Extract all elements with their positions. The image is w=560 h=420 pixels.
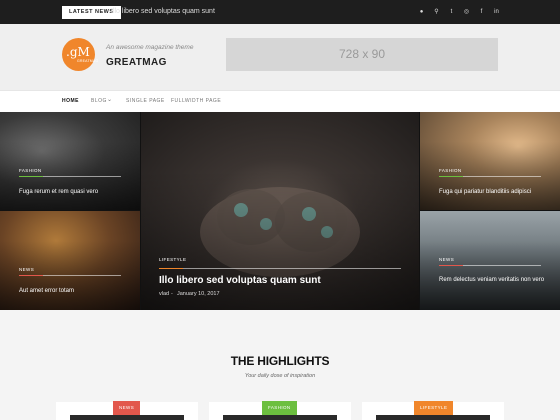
social-links: ● ⚲ t ◎ f in [418,7,500,17]
logo-subtext: GREATMAG [77,59,99,63]
ad-size-label: 728 x 90 [338,47,386,61]
nav-item-single-page[interactable]: SINGLE PAGE [126,97,165,106]
latest-news-headline[interactable]: Illo libero sed voluptas quam sunt [111,7,215,17]
ad-banner[interactable]: 728 x 90 [226,38,498,71]
post-title[interactable]: Illo libero sed voluptas quam sunt [159,275,321,287]
site-title[interactable]: GREATMAG [106,57,167,69]
accent-bar [19,176,43,177]
post-category[interactable]: FASHION [19,168,42,174]
featured-post-2[interactable]: NEWS Aut amet error totam [0,211,140,310]
section-subtitle: Your daily dose of inspiration [244,373,316,379]
post-title[interactable]: Fuga qui pariatur blanditiis adipisci [439,188,531,196]
facebook-icon[interactable]: f [478,7,485,17]
card-category-badge[interactable]: LIFESTYLE [414,401,454,415]
post-title[interactable]: Fuga rerum et rem quasi vero [19,188,98,196]
accent-bar [19,275,43,276]
top-bar: LATEST NEWS Illo libero sed voluptas qua… [0,0,560,24]
site-tagline: An awesome magazine theme [106,44,194,51]
post-divider [439,265,541,266]
post-divider [159,268,401,269]
accent-bar [439,176,463,177]
user-icon[interactable]: ● [418,7,425,17]
post-divider [439,176,541,177]
card-image [223,415,337,420]
post-title[interactable]: Aut amet error totam [19,287,74,295]
linkedin-icon[interactable]: in [493,7,500,17]
post-title[interactable]: Rem delectus veniam veritatis non vero [439,276,544,284]
post-divider [19,176,121,177]
accent-bar [439,265,463,266]
instagram-icon[interactable]: ◎ [463,7,470,17]
nav-item-fullwidth-page[interactable]: FULLWIDTH PAGE [171,97,221,106]
featured-post-main[interactable]: LIFESTYLE Illo libero sed voluptas quam … [141,112,419,310]
section-title: THE HIGHLIGHTS [230,354,330,368]
post-category[interactable]: NEWS [439,257,454,263]
main-nav: HOME BLOG ⌄ SINGLE PAGE FULLWIDTH PAGE [0,90,560,112]
nav-item-blog[interactable]: BLOG [91,97,107,106]
accent-bar [159,268,183,269]
twitter-icon[interactable]: t [448,7,455,17]
post-author[interactable]: vlad [159,291,169,298]
post-category[interactable]: NEWS [19,267,34,273]
card-image [70,415,184,420]
card-category-badge[interactable]: NEWS [113,401,141,415]
featured-post-4[interactable]: NEWS Rem delectus veniam veritatis non v… [420,211,560,310]
featured-post-3[interactable]: FASHION Fuga qui pariatur blanditiis adi… [420,112,560,210]
featured-post-1[interactable]: FASHION Fuga rerum et rem quasi vero [0,112,140,210]
card-image [376,415,490,420]
nav-item-home[interactable]: HOME [62,97,79,106]
post-date: January 10, 2017 [177,291,220,297]
post-divider [19,275,121,276]
site-logo[interactable]: .gM GREATMAG [62,38,99,71]
card-category-badge[interactable]: FASHION [262,401,297,415]
search-icon[interactable]: ⚲ [433,7,440,17]
post-category[interactable]: FASHION [439,168,462,174]
site-header: .gM GREATMAG An awesome magazine theme G… [0,24,560,90]
featured-grid: FASHION Fuga rerum et rem quasi vero NEW… [0,112,560,310]
meta-separator: - [171,291,173,297]
chevron-down-icon[interactable]: ⌄ [107,96,113,105]
logo-letters: .gM [66,45,90,59]
post-category[interactable]: LIFESTYLE [159,257,186,263]
